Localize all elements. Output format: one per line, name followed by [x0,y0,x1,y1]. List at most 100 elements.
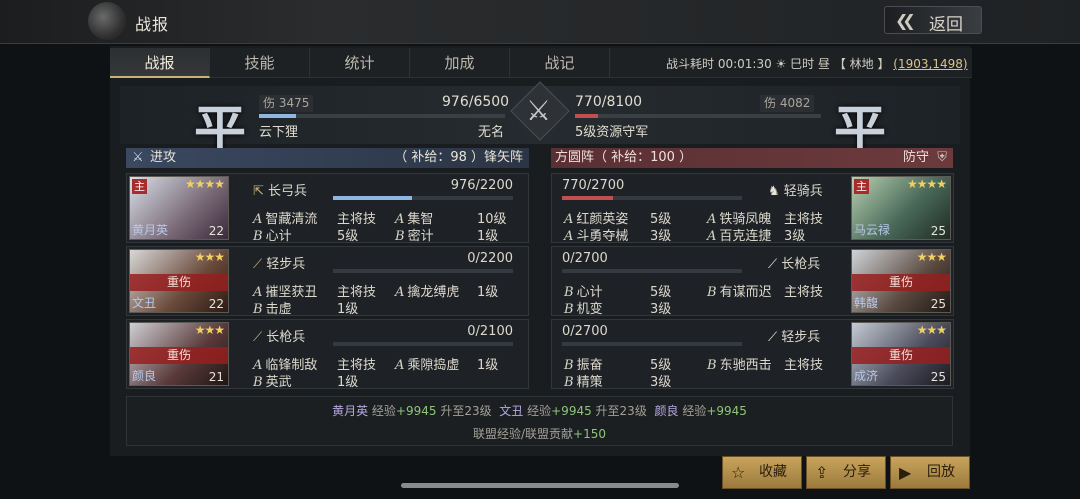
star-icon: ☆ [731,463,746,482]
troop-count: 0/2700 [562,324,608,339]
tab-bonus[interactable]: 加成 [410,48,510,78]
attack-supply: （ 补给：98 ）锋矢阵 [394,150,523,165]
defender-name: 5级资源守军 [575,125,649,140]
troop-count: 0/2100 [467,324,513,339]
attacker-faction: 无名 [478,125,505,140]
troop-type: ⟋ 长枪兵 [253,330,306,345]
skill-level: 1级 [477,285,499,300]
crossed-swords-icon: ⚔ [526,94,552,127]
star-rating: ★★★ [916,250,947,264]
skill-name[interactable]: B 密计 [395,225,434,244]
troop-type: ♞ 轻骑兵 [768,184,823,199]
battle-time: 巳时 昼 [790,57,830,71]
skill-name[interactable]: A 斗勇夺械 [564,225,628,244]
troop-count: 0/2200 [467,251,513,266]
skill-name[interactable]: B 英武 [253,371,292,390]
tab-statistics[interactable]: 统计 [310,48,410,78]
attacker-troops: 976/6500 [442,94,510,110]
coordinates-link[interactable]: (1903,1498) [893,57,967,71]
troop-type: ⟋ 长枪兵 [768,257,821,272]
injured-badge: 重伤 [130,274,228,291]
general-portrait[interactable]: ★★★ 重伤 文丑 22 [129,249,229,313]
left-unit-card[interactable]: ★★★ 重伤 颜良 21 ⟋ 长枪兵 0/2100 A 临锋制敌 主将技 A 乘隙捣虚 1级 B 英武 1级 [126,319,529,390]
general-name: 颜良 [132,369,157,383]
skill-name[interactable]: B 有谋而迟 [707,281,772,300]
skill-level: 3级 [650,375,672,390]
experience-panel: 黄月英 经验+9945 升至23级 文丑 经验+9945 升至23级 颜良 经验… [126,396,953,446]
right-unit-card[interactable]: ★★★ 重伤 成济 25 0/2700 ⟋ 轻步兵 B 振奋 5级 B 东驰西击 主将技 B 精策 3级 [551,319,954,390]
general-level: 25 [930,370,946,384]
defender-header: 方圆阵（ 补给：100 ） 防守 ⛨ [551,148,953,168]
home-indicator[interactable] [401,483,679,488]
troop-type: ⟋ 轻步兵 [253,257,306,272]
sun-icon: ☀ [775,57,791,71]
duration-label: 战斗耗时 [666,57,715,71]
injured-badge: 重伤 [852,347,950,364]
attacker-header: ⚔ 进攻 （ 补给：98 ）锋矢阵 [126,148,529,168]
defender-troops: 770/8100 [575,94,643,110]
page-title: 战报 [135,15,170,34]
left-unit-card[interactable]: ★★★ 重伤 文丑 22 ⟋ 轻步兵 0/2200 A 摧坚获丑 主将技 A 擒龙缚虎 1级 B 击虚 1级 [126,246,529,317]
tab-skills[interactable]: 技能 [210,48,310,78]
skill-level: 1级 [337,302,359,317]
skill-name[interactable]: B 精策 [564,371,603,390]
favorite-button[interactable]: ☆ 收藏 [722,456,802,489]
skill-level: 1级 [477,229,499,244]
troop-icon: ♞ [768,184,780,199]
troop-icon: ⟋ [768,330,778,345]
right-unit-card[interactable]: ★★★ 重伤 韩馥 25 0/2700 ⟋ 长枪兵 B 心计 5级 B 有谋而迟 主将技 B 机变 3级 [551,246,954,317]
alliance-exp-line: 联盟经验/联盟贡献+150 [472,427,606,441]
attacker-name: 云下狸 [259,125,299,140]
back-label: 返回 [929,15,963,35]
defender-hp-bar [575,114,821,118]
troop-type: ⇱ 长弓兵 [253,184,308,199]
replay-button[interactable]: ▶ 回放 [890,456,970,489]
general-name: 韩馥 [854,296,879,310]
general-exp-line: 黄月英 经验+9945 升至23级 文丑 经验+9945 升至23级 颜良 经验… [332,404,747,418]
skill-level: 1级 [337,375,359,390]
general-level: 22 [208,297,224,311]
general-name: 成济 [854,369,879,383]
injured-badge: 重伤 [130,347,228,364]
skill-name[interactable]: B 机变 [564,298,603,317]
skill-name[interactable]: A 百克连捷 [707,225,771,244]
back-button[interactable]: ❮❮ 返回 [884,6,982,35]
general-portrait[interactable]: ★★★ 重伤 韩馥 25 [851,249,951,313]
general-name: 马云禄 [854,223,891,237]
general-level: 22 [208,224,224,238]
skill-level: 3级 [650,302,672,317]
skill-name[interactable]: B 心计 [253,225,292,244]
general-portrait[interactable]: 主 ★★★★ 黄月英 22 [129,176,229,240]
skill-level: 主将技 [784,285,824,300]
general-portrait[interactable]: ★★★ 重伤 成济 25 [851,322,951,386]
game-logo-icon [88,2,126,40]
troop-type: ⟋ 轻步兵 [768,330,821,345]
troop-count: 0/2700 [562,251,608,266]
battle-info: 战斗耗时 00:01:30 ☀ 巳时 昼 【 林地 】 (1903,1498) [666,55,968,72]
general-portrait[interactable]: 主 ★★★★ 马云禄 25 [851,176,951,240]
leader-badge: 主 [132,179,147,194]
skill-name[interactable]: A 乘隙捣虚 [395,354,459,373]
share-button[interactable]: ⇪ 分享 [806,456,886,489]
skill-level: 5级 [337,229,359,244]
skill-name[interactable]: A 擒龙缚虎 [395,281,459,300]
skill-name[interactable]: B 击虚 [253,298,292,317]
general-portrait[interactable]: ★★★ 重伤 颜良 21 [129,322,229,386]
general-name: 黄月英 [132,223,169,237]
skill-level: 3级 [784,229,806,244]
terrain: 【 林地 】 [833,57,890,71]
troop-bar [333,342,513,346]
injured-badge: 重伤 [852,274,950,291]
tab-battle-report[interactable]: 战报 [110,48,210,78]
troop-icon: ⟋ [768,257,778,272]
right-unit-card[interactable]: 主 ★★★★ 马云禄 25 770/2700 ♞ 轻骑兵 A 红颜英姿 5级 A 铁骑凤魄 主将技 A 斗… [551,173,954,244]
defense-formation: 方圆阵（ 补给：100 ） [555,150,693,165]
general-level: 25 [930,224,946,238]
left-unit-card[interactable]: 主 ★★★★ 黄月英 22 ⇱ 长弓兵 976/2200 A 智藏清流 主将技 A 集智 10级 B 心计… [126,173,529,244]
star-rating: ★★★★ [184,177,225,191]
troop-bar [562,269,742,273]
troop-bar [333,196,513,200]
tab-battle-log[interactable]: 战记 [510,48,610,78]
skill-name[interactable]: B 东驰西击 [707,354,772,373]
troop-bar [562,342,742,346]
